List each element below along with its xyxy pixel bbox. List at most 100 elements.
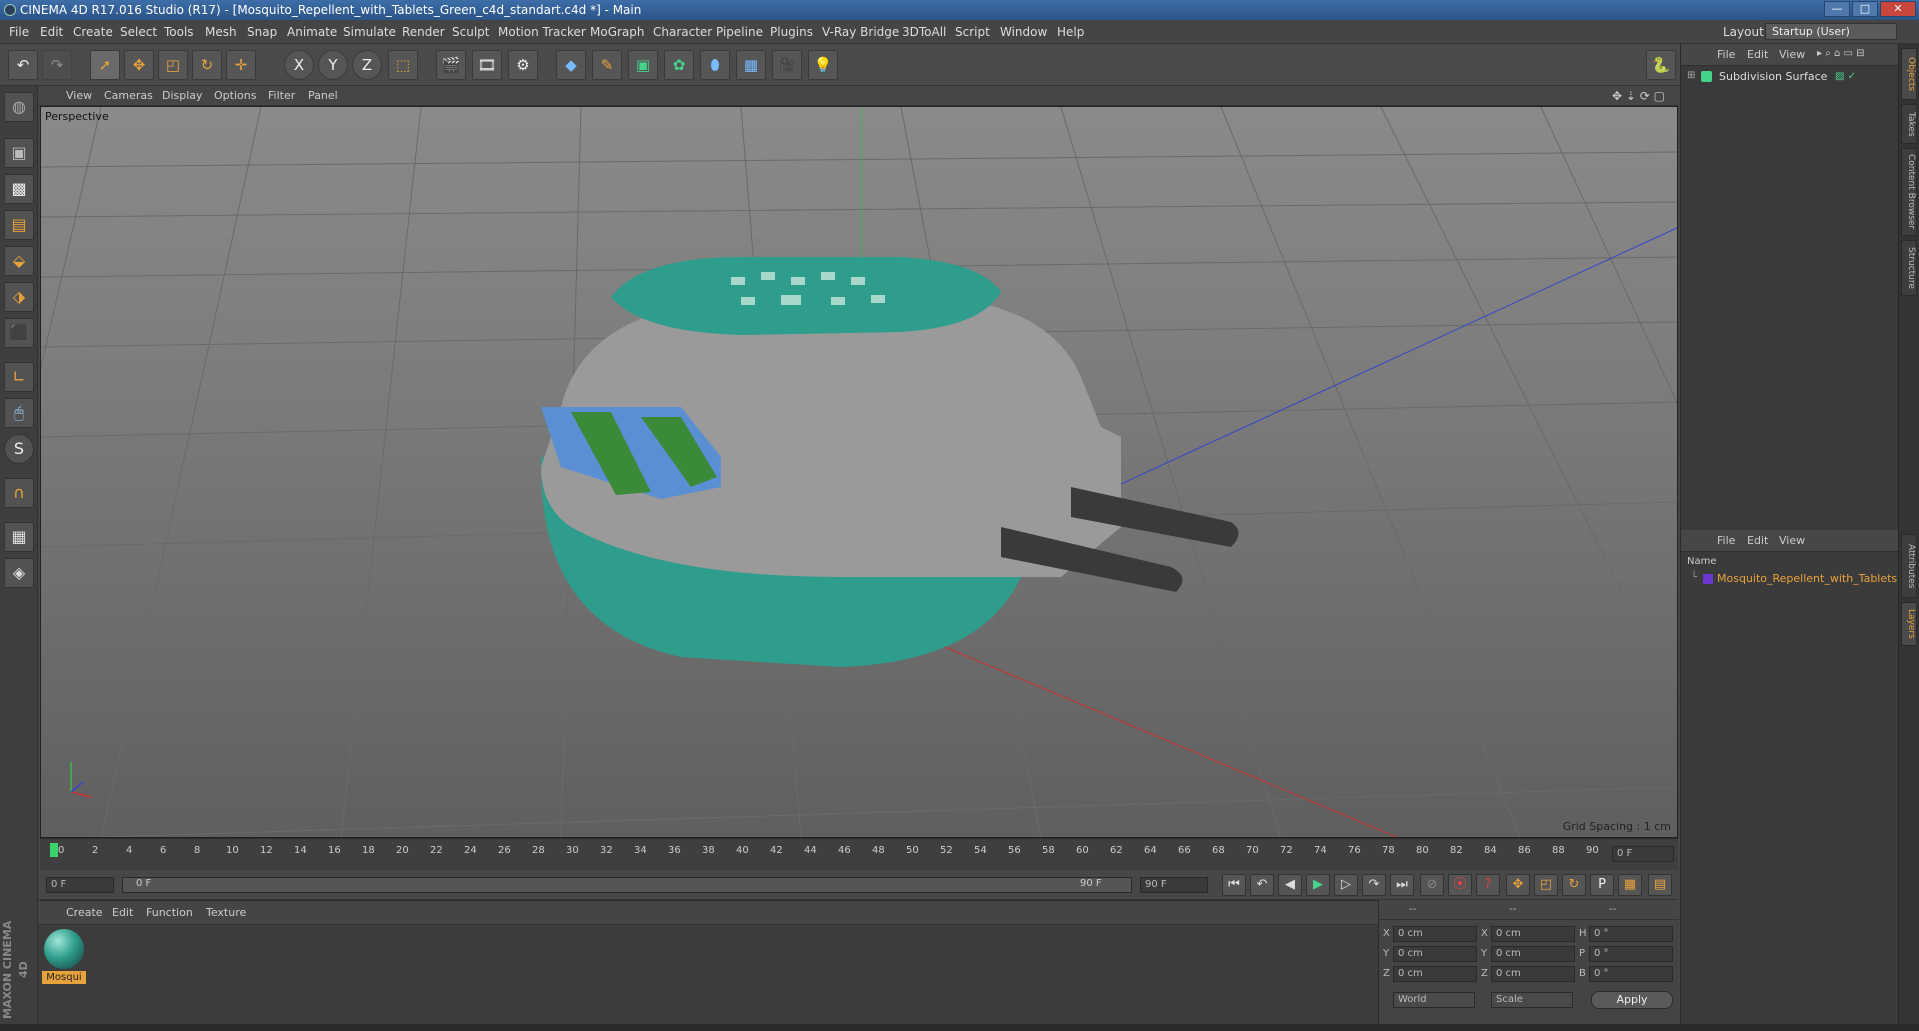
viewport-menu-cameras[interactable]: Cameras bbox=[104, 89, 153, 102]
menu-file[interactable]: File bbox=[9, 25, 29, 39]
floor-icon[interactable]: ▦ bbox=[736, 50, 766, 80]
record-keys-icon[interactable]: ⊘ bbox=[1420, 874, 1444, 896]
frame-range-slider[interactable] bbox=[122, 877, 1132, 893]
layer-row[interactable]: └ Mosquito_Repellent_with_Tablets bbox=[1683, 570, 1897, 588]
undo-icon[interactable]: ↶ bbox=[8, 50, 38, 80]
start-frame-field[interactable]: 0 F bbox=[46, 877, 114, 893]
mosquito-repellent-model[interactable] bbox=[541, 257, 1239, 667]
rotate-icon[interactable]: ↻ bbox=[192, 50, 222, 80]
menu-motion-tracker[interactable]: Motion Tracker bbox=[498, 25, 586, 39]
menu-select[interactable]: Select bbox=[120, 25, 157, 39]
render-settings-icon[interactable]: ⚙ bbox=[508, 50, 538, 80]
maximize-button[interactable]: □ bbox=[1852, 1, 1878, 17]
menu-plugins[interactable]: Plugins bbox=[770, 25, 813, 39]
layers-menu-view[interactable]: View bbox=[1779, 534, 1805, 547]
tab-attributes[interactable]: Attributes bbox=[1901, 534, 1917, 598]
key-scale-icon[interactable]: ◰ bbox=[1534, 874, 1558, 896]
axis-mode-icon[interactable]: ∟ bbox=[4, 362, 34, 392]
snap-magnet-icon[interactable]: ∩ bbox=[4, 478, 34, 508]
menu-simulate[interactable]: Simulate bbox=[343, 25, 396, 39]
menu-sculpt[interactable]: Sculpt bbox=[452, 25, 489, 39]
tab-content-browser[interactable]: Content Browser bbox=[1901, 148, 1917, 236]
previous-keyframe-icon[interactable]: ↶ bbox=[1250, 874, 1274, 896]
scale-icon[interactable]: ◰ bbox=[158, 50, 188, 80]
tab-layers[interactable]: Layers bbox=[1901, 602, 1917, 646]
layers-menu-file[interactable]: File bbox=[1717, 534, 1735, 547]
viewport-menu-display[interactable]: Display bbox=[162, 89, 203, 102]
y-axis-button[interactable]: Y bbox=[318, 50, 348, 80]
playhead-marker[interactable] bbox=[50, 843, 58, 857]
enabled-checkmark-icon[interactable]: ▨ ✓ bbox=[1835, 71, 1856, 82]
rotation-b-field[interactable]: 0 ° bbox=[1589, 966, 1673, 982]
key-pla-icon[interactable]: ▦ bbox=[1618, 874, 1642, 896]
key-parameter-icon[interactable]: P bbox=[1590, 874, 1614, 896]
tab-objects[interactable]: Objects bbox=[1901, 48, 1917, 100]
timeline-window-icon[interactable]: ▤ bbox=[1648, 874, 1672, 896]
coordinate-system-icon[interactable]: ⬚ bbox=[388, 50, 418, 80]
go-to-end-icon[interactable]: ⏭ bbox=[1390, 874, 1414, 896]
live-selection-icon[interactable]: ➚ bbox=[90, 50, 120, 80]
menu-mesh[interactable]: Mesh bbox=[205, 25, 237, 39]
transform-icon[interactable]: ✛ bbox=[226, 50, 256, 80]
layers-menu-edit[interactable]: Edit bbox=[1747, 534, 1768, 547]
next-keyframe-icon[interactable]: ↷ bbox=[1362, 874, 1386, 896]
solo-mode-icon[interactable]: S bbox=[4, 434, 34, 464]
light-icon[interactable]: 💡 bbox=[808, 50, 838, 80]
scale-dropdown[interactable]: Scale bbox=[1491, 992, 1573, 1008]
menu-pipeline[interactable]: Pipeline bbox=[716, 25, 763, 39]
camera-icon[interactable]: 🎥 bbox=[772, 50, 802, 80]
play-icon[interactable]: ▶ bbox=[1306, 874, 1330, 896]
objects-menu-view[interactable]: View bbox=[1779, 48, 1805, 61]
cube-primitive-icon[interactable]: ◆ bbox=[556, 50, 586, 80]
deformer-icon[interactable]: ⬮ bbox=[700, 50, 730, 80]
material-menu-edit[interactable]: Edit bbox=[112, 906, 133, 919]
planar-workplane-icon[interactable]: ◈ bbox=[4, 558, 34, 588]
redo-icon[interactable]: ↷ bbox=[42, 50, 72, 80]
key-rotation-icon[interactable]: ↻ bbox=[1562, 874, 1586, 896]
objects-menu-file[interactable]: File bbox=[1717, 48, 1735, 61]
menu-3dtoall[interactable]: 3DToAll bbox=[902, 25, 946, 39]
position-y-field[interactable]: 0 cm bbox=[1393, 946, 1477, 962]
end-frame-field[interactable]: 90 F bbox=[1140, 877, 1208, 893]
tweak-mode-icon[interactable]: 🖱 bbox=[4, 398, 34, 428]
object-row-subdivision-surface[interactable]: ⊞ Subdivision Surface ▨ ✓ bbox=[1683, 68, 1897, 86]
objects-menu-edit[interactable]: Edit bbox=[1747, 48, 1768, 61]
tab-takes[interactable]: Takes bbox=[1901, 104, 1917, 144]
viewport-menu-filter[interactable]: Filter bbox=[268, 89, 295, 102]
polygons-mode-icon[interactable]: ⬛ bbox=[4, 318, 34, 348]
render-picture-viewer-icon[interactable]: 🎞 bbox=[472, 50, 502, 80]
size-z-field[interactable]: 0 cm bbox=[1491, 966, 1575, 982]
make-editable-icon[interactable]: ◍ bbox=[4, 92, 34, 122]
menu-tools[interactable]: Tools bbox=[164, 25, 194, 39]
size-x-field[interactable]: 0 cm bbox=[1491, 926, 1575, 942]
viewport-menu-options[interactable]: Options bbox=[214, 89, 256, 102]
viewport-menu-panel[interactable]: Panel bbox=[308, 89, 338, 102]
keyframe-selection-icon[interactable]: ? bbox=[1476, 874, 1500, 896]
minimize-button[interactable]: — bbox=[1824, 1, 1850, 17]
rotation-p-field[interactable]: 0 ° bbox=[1589, 946, 1673, 962]
material-menu-function[interactable]: Function bbox=[146, 906, 193, 919]
world-dropdown[interactable]: World bbox=[1393, 992, 1475, 1008]
menu-help[interactable]: Help bbox=[1057, 25, 1084, 39]
layout-dropdown[interactable]: Startup (User) bbox=[1765, 23, 1897, 40]
go-to-start-icon[interactable]: ⏮ bbox=[1222, 874, 1246, 896]
step-forward-icon[interactable]: ▷ bbox=[1334, 874, 1358, 896]
timeline-ruler[interactable]: 0 2 4 6 8 10 12 14 16 18 20 22 24 26 28 … bbox=[40, 838, 1678, 870]
viewport-navigation-icons[interactable]: ✥ ⇣ ⟳ ▢ bbox=[1612, 89, 1665, 103]
move-icon[interactable]: ✥ bbox=[124, 50, 154, 80]
texture-mode-icon[interactable]: ▩ bbox=[4, 174, 34, 204]
autokey-icon[interactable]: ⦿ bbox=[1448, 874, 1472, 896]
menu-snap[interactable]: Snap bbox=[247, 25, 277, 39]
3d-viewport[interactable]: Perspective Grid Spacing : 1 cm bbox=[40, 106, 1678, 838]
material-menu-texture[interactable]: Texture bbox=[206, 906, 246, 919]
lock-workplane-icon[interactable]: ▦ bbox=[4, 522, 34, 552]
menu-window[interactable]: Window bbox=[1000, 25, 1047, 39]
z-axis-button[interactable]: Z bbox=[352, 50, 382, 80]
material-swatch[interactable]: Mosqui bbox=[42, 929, 86, 985]
menu-character[interactable]: Character bbox=[653, 25, 712, 39]
menu-script[interactable]: Script bbox=[955, 25, 990, 39]
workplane-icon[interactable]: ▤ bbox=[4, 210, 34, 240]
object-manager-list[interactable]: ⊞ Subdivision Surface ▨ ✓ bbox=[1681, 66, 1899, 566]
pen-spline-icon[interactable]: ✎ bbox=[592, 50, 622, 80]
python-icon[interactable]: 🐍 bbox=[1646, 50, 1676, 80]
